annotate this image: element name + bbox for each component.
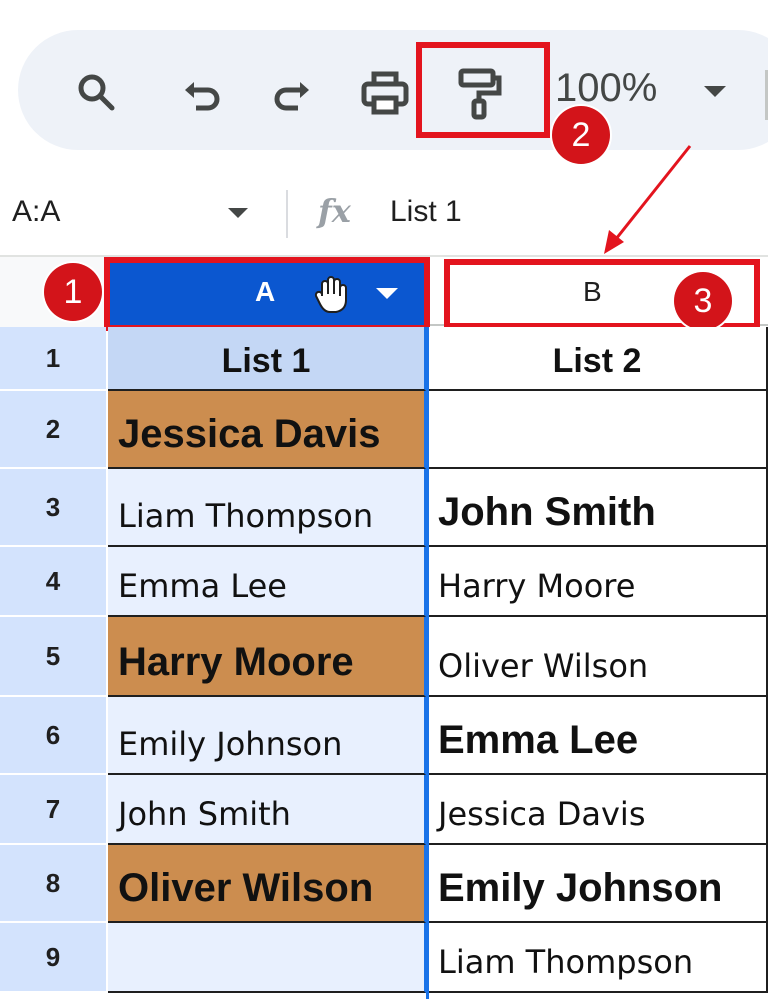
fx-icon: fx bbox=[318, 192, 351, 230]
column-a-highlight bbox=[104, 257, 430, 331]
cell-b3[interactable]: John Smith bbox=[428, 469, 768, 547]
row-header[interactable]: 9 bbox=[0, 923, 106, 993]
cell-a4[interactable]: Emma Lee bbox=[108, 547, 426, 617]
formula-input[interactable]: List 1 bbox=[390, 195, 462, 229]
name-box[interactable]: A:A bbox=[12, 195, 60, 229]
cell-a5[interactable]: Harry Moore bbox=[108, 617, 426, 697]
search-icon[interactable] bbox=[70, 66, 122, 118]
column-a-selection-border bbox=[426, 327, 429, 999]
row-header[interactable]: 4 bbox=[0, 547, 106, 617]
cell-b8[interactable]: Emily Johnson bbox=[428, 845, 768, 923]
cell-a1[interactable]: List 1 bbox=[108, 327, 426, 391]
name-box-dropdown-icon[interactable] bbox=[228, 208, 248, 218]
cell-b2[interactable] bbox=[428, 391, 768, 469]
redo-icon[interactable] bbox=[266, 70, 318, 122]
step-badge-1: 1 bbox=[44, 263, 102, 321]
row-header[interactable]: 8 bbox=[0, 845, 106, 923]
paint-format-highlight bbox=[416, 42, 550, 138]
cell-a6[interactable]: Emily Johnson bbox=[108, 697, 426, 775]
cell-a7[interactable]: John Smith bbox=[108, 775, 426, 845]
cell-b4[interactable]: Harry Moore bbox=[428, 547, 768, 617]
row-header[interactable]: 3 bbox=[0, 469, 106, 547]
row-header[interactable]: 5 bbox=[0, 617, 106, 697]
row-header[interactable]: 6 bbox=[0, 697, 106, 775]
cell-a8[interactable]: Oliver Wilson bbox=[108, 845, 426, 923]
zoom-value[interactable]: 100% bbox=[555, 66, 657, 111]
cell-b1[interactable]: List 2 bbox=[428, 327, 768, 391]
step-badge-3: 3 bbox=[674, 272, 732, 330]
cell-a2[interactable]: Jessica Davis bbox=[108, 391, 426, 469]
row-header[interactable]: 1 bbox=[0, 327, 106, 391]
cell-a9[interactable] bbox=[108, 923, 426, 993]
formula-bar-divider bbox=[286, 190, 288, 238]
zoom-dropdown-icon[interactable] bbox=[704, 86, 726, 97]
cell-b5[interactable]: Oliver Wilson bbox=[428, 617, 768, 697]
cell-b9[interactable]: Liam Thompson bbox=[428, 923, 768, 993]
undo-icon[interactable] bbox=[176, 70, 228, 122]
cell-b6[interactable]: Emma Lee bbox=[428, 697, 768, 775]
row-header[interactable]: 7 bbox=[0, 775, 106, 845]
row-header[interactable]: 2 bbox=[0, 391, 106, 469]
cell-b7[interactable]: Jessica Davis bbox=[428, 775, 768, 845]
arrow-icon bbox=[604, 145, 692, 254]
print-icon[interactable] bbox=[356, 66, 414, 122]
cell-a3[interactable]: Liam Thompson bbox=[108, 469, 426, 547]
